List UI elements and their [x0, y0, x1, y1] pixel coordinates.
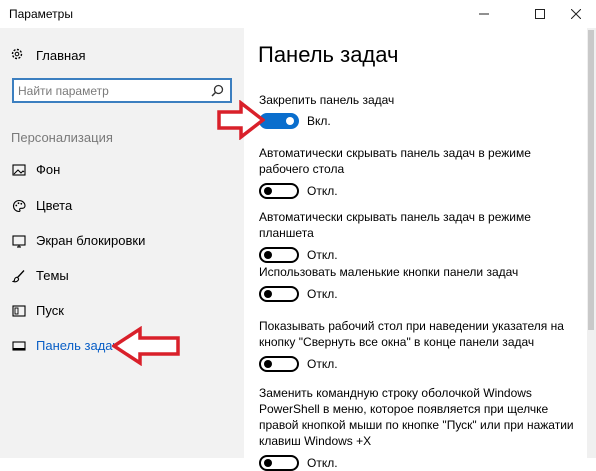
brush-icon: [11, 269, 26, 283]
sidebar-item-label: Экран блокировки: [36, 233, 146, 248]
gear-icon: [10, 47, 28, 64]
toggle-knob: [264, 187, 272, 195]
scrollbar[interactable]: [587, 28, 596, 458]
page-title: Панель задач: [258, 42, 399, 67]
toggle-state-label: Откл.: [307, 184, 338, 198]
small-buttons-toggle[interactable]: [259, 286, 299, 302]
lock-screen-icon: [12, 234, 26, 248]
toggle-knob: [264, 251, 272, 259]
search-input[interactable]: [18, 82, 208, 99]
setting-label: Автоматически скрывать панель задач в ре…: [259, 210, 531, 240]
toggle-knob: [264, 459, 272, 467]
peek-desktop-toggle[interactable]: [259, 356, 299, 372]
sidebar-item-label: Панель задач: [36, 338, 120, 353]
toggle-knob: [264, 360, 272, 368]
sidebar: Главная Персонализация Фон Цвета Экран б…: [0, 28, 244, 458]
title-bar: Параметры: [0, 0, 596, 28]
sidebar-item-label: Фон: [36, 162, 61, 177]
toggle-state-label: Откл.: [307, 456, 338, 470]
setting-autohide-desktop: Автоматически скрывать панель задач в ре…: [259, 145, 574, 199]
toggle-knob: [286, 117, 294, 125]
toggle-state-label: Откл.: [307, 357, 338, 371]
toggle-state-label: Откл.: [307, 287, 338, 301]
lock-taskbar-toggle[interactable]: [259, 113, 299, 129]
scrollbar-thumb[interactable]: [588, 30, 594, 330]
sidebar-item-label: Темы: [36, 268, 69, 283]
sidebar-item-themes[interactable]: Темы: [0, 261, 244, 291]
setting-label: Использовать маленькие кнопки панели зад…: [259, 265, 519, 279]
start-icon: [12, 304, 26, 318]
setting-label: Закрепить панель задач: [259, 93, 395, 107]
toggle-state-label: Откл.: [307, 248, 338, 262]
close-icon: [570, 9, 581, 19]
annotation-arrow-right-icon: [217, 100, 265, 140]
image-icon: [12, 163, 26, 177]
setting-small-buttons: Использовать маленькие кнопки панели зад…: [259, 264, 579, 302]
sidebar-item-background[interactable]: Фон: [0, 155, 244, 185]
minimize-button[interactable]: [461, 0, 507, 28]
home-label: Главная: [36, 48, 86, 63]
sidebar-item-label: Цвета: [36, 198, 73, 213]
minimize-icon: [479, 13, 489, 15]
powershell-toggle[interactable]: [259, 455, 299, 471]
section-header: Персонализация: [11, 130, 113, 145]
window-title: Параметры: [9, 7, 73, 21]
sidebar-item-lock-screen[interactable]: Экран блокировки: [0, 226, 244, 256]
setting-label: Показывать рабочий стол при наведении ук…: [259, 319, 564, 349]
setting-label: Автоматически скрывать панель задач в ре…: [259, 146, 531, 176]
setting-peek-desktop: Показывать рабочий стол при наведении ук…: [259, 318, 579, 372]
setting-lock-taskbar: Закрепить панель задач Вкл.: [259, 92, 579, 129]
search-icon[interactable]: [211, 84, 224, 97]
palette-icon: [12, 199, 26, 213]
annotation-arrow-left-icon: [112, 326, 180, 366]
taskbar-icon: [12, 339, 26, 353]
setting-powershell: Заменить командную строку оболочкой Wind…: [259, 385, 577, 471]
close-button[interactable]: [555, 0, 596, 28]
setting-autohide-tablet: Автоматически скрывать панель задач в ре…: [259, 209, 579, 263]
maximize-icon: [535, 9, 545, 19]
autohide-desktop-toggle[interactable]: [259, 183, 299, 199]
search-box[interactable]: [12, 78, 232, 103]
autohide-tablet-toggle[interactable]: [259, 247, 299, 263]
home-link[interactable]: Главная: [10, 47, 85, 64]
setting-label: Заменить командную строку оболочкой Wind…: [259, 386, 574, 448]
toggle-knob: [264, 290, 272, 298]
sidebar-item-label: Пуск: [36, 303, 64, 318]
sidebar-item-colors[interactable]: Цвета: [0, 191, 244, 221]
sidebar-item-start[interactable]: Пуск: [0, 296, 244, 326]
toggle-state-label: Вкл.: [307, 114, 331, 128]
